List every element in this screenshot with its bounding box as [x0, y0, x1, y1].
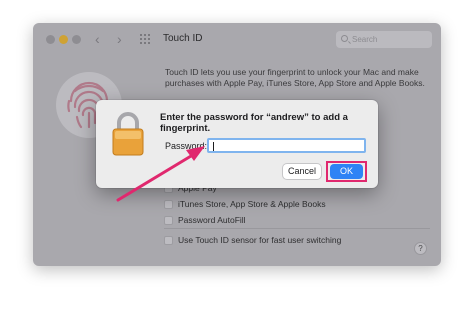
lock-icon	[112, 112, 144, 156]
search-placeholder: Search	[352, 35, 378, 44]
window-title: Touch ID	[163, 33, 203, 44]
option-label: Password AutoFill	[178, 215, 246, 225]
checkbox[interactable]	[164, 199, 173, 209]
search-field[interactable]: Search	[336, 31, 432, 48]
password-dialog: Enter the password for “andrew” to add a…	[96, 100, 378, 188]
close-window-button[interactable]	[46, 35, 55, 44]
ok-highlight-box: OK	[326, 161, 367, 182]
touch-id-description: Touch ID lets you use your fingerprint t…	[165, 67, 425, 88]
section-divider	[164, 228, 430, 229]
password-label: Password:	[165, 141, 208, 151]
option-label: Use Touch ID sensor for fast user switch…	[178, 235, 342, 245]
back-chevron-icon[interactable]: ‹	[95, 32, 100, 46]
minimize-window-button[interactable]	[59, 35, 68, 44]
show-all-grid-icon[interactable]	[140, 34, 152, 44]
zoom-window-button[interactable]	[72, 35, 81, 44]
password-field[interactable]	[207, 138, 366, 153]
forward-chevron-icon[interactable]: ›	[117, 32, 122, 46]
dialog-message: Enter the password for “andrew” to add a…	[160, 112, 348, 134]
checkbox[interactable]	[164, 215, 173, 225]
checkbox[interactable]	[164, 235, 173, 245]
search-icon	[341, 35, 348, 42]
ok-button[interactable]: OK	[330, 164, 363, 179]
cancel-button[interactable]: Cancel	[283, 164, 321, 179]
option-fast-user-switching[interactable]: Use Touch ID sensor for fast user switch…	[164, 235, 341, 245]
text-caret	[213, 142, 214, 151]
help-button[interactable]: ?	[414, 242, 427, 255]
option-label: iTunes Store, App Store & Apple Books	[178, 199, 326, 209]
option-itunes-app-store[interactable]: iTunes Store, App Store & Apple Books	[164, 199, 326, 209]
option-password-autofill[interactable]: Password AutoFill	[164, 215, 246, 225]
title-bar: ‹ › Touch ID Search	[33, 23, 441, 57]
